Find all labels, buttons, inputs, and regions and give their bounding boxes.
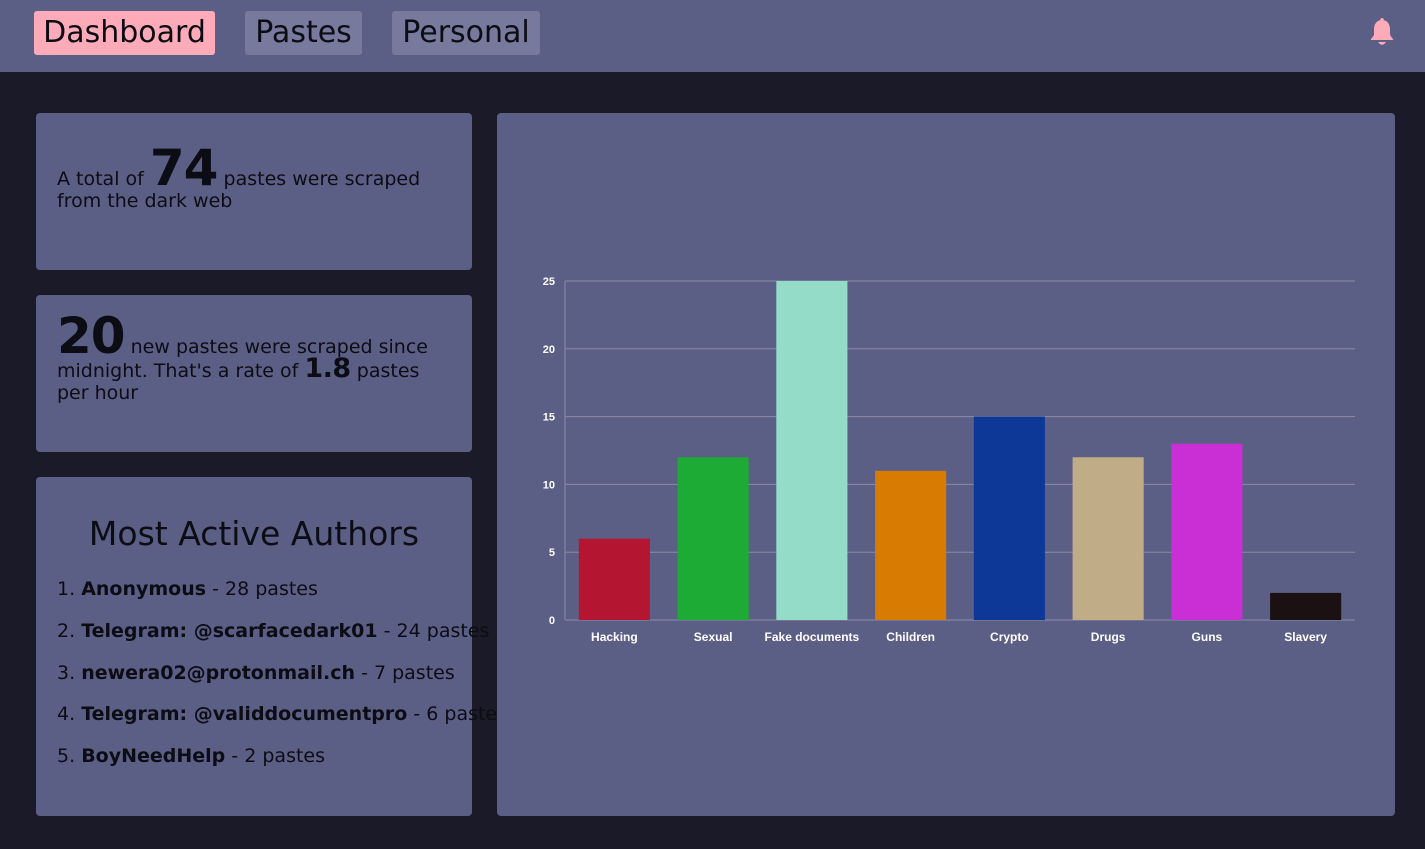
top-navbar: Dashboard Pastes Personal [0,0,1425,72]
author-name: newera02@protonmail.ch [81,661,356,684]
rate-value: 1.8 [304,353,351,384]
bar [578,538,650,620]
tab-personal[interactable]: Personal [392,11,540,55]
total-pastes-text: A total of 74 pastes were scraped from t… [57,143,457,212]
x-tick-label: Drugs [1091,630,1126,644]
x-tick-label: Hacking [591,630,638,644]
author-rank: 5. [57,745,76,768]
bar [875,470,947,620]
author-name: Anonymous [81,578,207,600]
author-rank: 2. [57,619,76,642]
rate-card: 20 new pastes were scraped since midnigh… [36,295,472,452]
author-count: - 28 pastes [212,578,318,600]
bar [1171,443,1243,620]
author-rank: 4. [57,703,76,726]
bar [1072,457,1144,620]
authors-title: Most Active Authors [88,514,420,553]
bar [677,457,749,620]
author-item: 5. BoyNeedHelp - 2 pastes [57,742,467,784]
y-tick-label: 15 [543,412,555,424]
x-tick-label: Slavery [1284,630,1327,644]
total-count: 74 [149,139,219,197]
author-rank: 1. [57,578,76,600]
author-count: - 24 pastes [383,619,490,642]
bell-icon[interactable] [1366,17,1398,49]
tab-pastes[interactable]: Pastes [245,11,362,55]
x-tick-label: Children [886,630,935,644]
y-tick-label: 25 [543,276,555,288]
total-pastes-card: A total of 74 pastes were scraped from t… [36,113,472,270]
author-item: 1. Anonymous - 28 pastes [57,575,467,617]
author-item: 3. newera02@protonmail.ch - 7 pastes [57,659,467,701]
x-tick-label: Sexual [694,630,733,644]
y-tick-label: 10 [543,479,555,491]
x-tick-label: Guns [1192,630,1223,644]
category-chart-card: 0 5 10 15 20 25 Hacking Sexual Fake documents Chi… [497,113,1395,816]
author-name: Telegram: @validdocumentpro [81,703,408,726]
author-name: Telegram: @scarfacedark01 [81,619,378,642]
authors-card: Most Active Authors 1. Anonymous - 28 pa… [36,477,507,816]
author-count: - 7 pastes [361,661,455,684]
author-name: BoyNeedHelp [81,745,226,768]
bar [1270,592,1342,620]
y-tick-label: 5 [549,547,555,559]
bar [973,416,1045,620]
author-item: 4. Telegram: @validdocumentpro - 6 paste… [57,700,507,742]
x-tick-label: Crypto [990,630,1029,644]
total-prefix: A total of [57,168,144,190]
author-rank: 3. [57,661,76,684]
author-item: 2. Telegram: @scarfacedark01 - 24 pastes [57,617,489,659]
author-count: - 2 pastes [231,745,326,768]
new-pastes-count: 20 [57,307,126,365]
category-bar-chart: 0 5 10 15 20 25 Hacking Sexual Fake documents Chi… [543,276,1355,644]
author-count: - 6 pastes [413,703,508,726]
y-tick-label: 20 [543,344,555,356]
rate-text: 20 new pastes were scraped since midnigh… [57,311,457,404]
x-tick-label: Fake documents [765,630,860,644]
y-tick-label: 0 [549,615,555,627]
author-list: 1. Anonymous - 28 pastes 2. Telegram: @s… [57,575,507,784]
bar [776,281,848,620]
tab-dashboard[interactable]: Dashboard [34,11,215,55]
